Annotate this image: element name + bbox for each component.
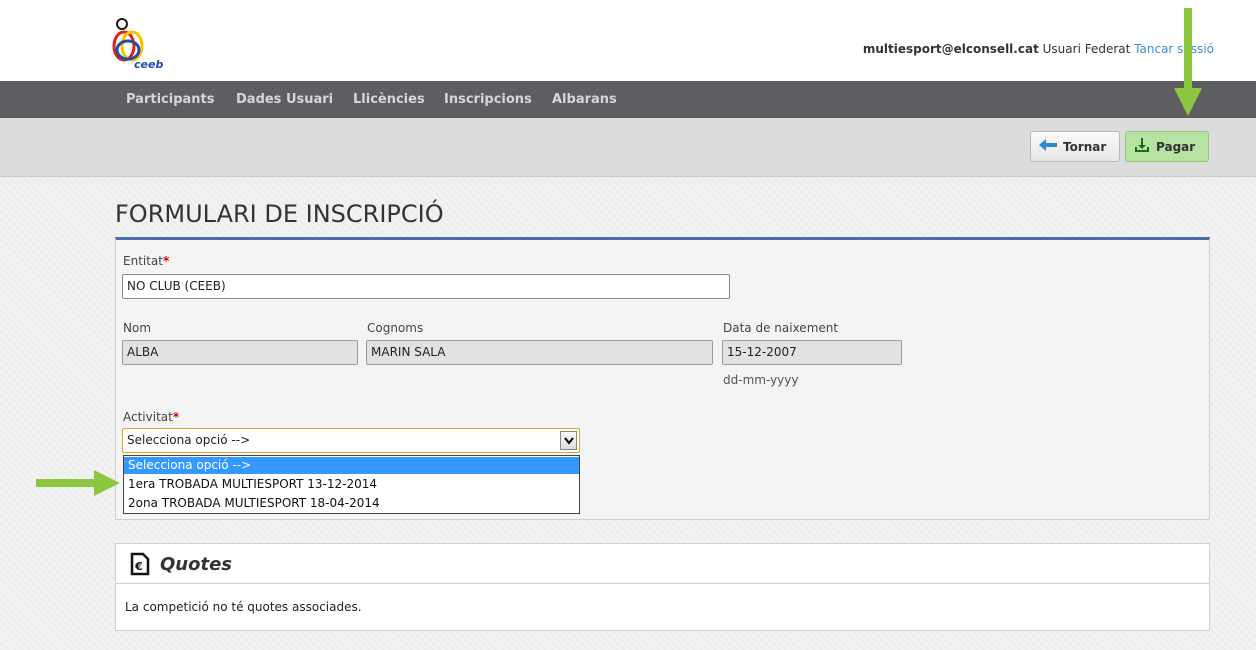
user-info: multiesport@elconsell.cat Usuari Federat… — [863, 42, 1214, 56]
activitat-dropdown-list: Selecciona opció --> 1era TROBADA MULTIE… — [123, 455, 580, 514]
pay-button[interactable]: Pagar — [1125, 131, 1209, 162]
page-title: FORMULARI DE INSCRIPCIÓ — [115, 200, 444, 228]
required-mark: * — [163, 254, 170, 268]
nav-item-albarans[interactable]: Albarans — [552, 92, 617, 107]
entitat-label-text: Entitat — [123, 254, 163, 268]
dropdown-option[interactable]: 2ona TROBADA MULTIESPORT 18-04-2014 — [124, 495, 579, 512]
birthdate-field: 15-12-2007 — [722, 340, 902, 365]
required-mark: * — [172, 410, 180, 424]
pay-button-label: Pagar — [1156, 139, 1196, 154]
user-role: Usuari Federat — [1042, 42, 1131, 56]
action-toolbar: Tornar Pagar — [0, 118, 1256, 177]
svg-text:ceeb: ceeb — [134, 58, 163, 71]
entitat-label: Entitat* — [123, 254, 169, 268]
chevron-down-icon[interactable] — [560, 431, 577, 450]
quotes-title: Quotes — [160, 554, 233, 575]
dropdown-option[interactable]: 1era TROBADA MULTIESPORT 13-12-2014 — [124, 476, 579, 493]
download-icon — [1134, 137, 1150, 156]
back-button[interactable]: Tornar — [1030, 131, 1120, 162]
activitat-label: Activitat* — [123, 410, 179, 424]
quotes-message: La competició no té quotes associades. — [125, 600, 362, 614]
activitat-select[interactable]: Selecciona opció --> — [122, 428, 580, 453]
nom-label: Nom — [123, 321, 152, 335]
annotation-arrow-down-icon — [1174, 8, 1202, 116]
main-nav: Participants Dades Usuari Llicències Ins… — [0, 81, 1256, 118]
annotation-arrow-right-icon — [36, 470, 120, 496]
nav-item-inscripcions[interactable]: Inscripcions — [444, 92, 532, 107]
cognoms-label: Cognoms — [367, 321, 424, 335]
nom-field: ALBA — [122, 340, 358, 365]
quotes-panel: € Quotes La competició no té quotes asso… — [115, 543, 1210, 631]
entitat-field[interactable]: NO CLUB (CEEB) — [122, 274, 730, 299]
user-email: multiesport@elconsell.cat — [862, 42, 1039, 56]
svg-text:€: € — [134, 560, 143, 573]
nav-item-dades-usuari[interactable]: Dades Usuari — [236, 92, 333, 107]
birthdate-label: Data de naixement — [723, 321, 839, 335]
birthdate-format-hint: dd-mm-yyyy — [723, 373, 799, 387]
nav-item-participants[interactable]: Participants — [126, 92, 214, 107]
quotes-header: € Quotes — [116, 544, 1209, 584]
ceeb-logo[interactable]: ceeb — [110, 16, 170, 74]
arrow-left-icon — [1039, 139, 1057, 154]
activitat-selected-value: Selecciona opció --> — [127, 433, 251, 447]
activitat-label-text: Activitat — [123, 410, 173, 424]
back-button-label: Tornar — [1063, 139, 1107, 154]
cognoms-field: MARIN SALA — [366, 340, 713, 365]
nav-item-llicencies[interactable]: Llicències — [353, 92, 425, 107]
euro-document-icon: € — [130, 552, 150, 576]
top-header: ceeb multiesport@elconsell.cat Usuari Fe… — [0, 0, 1256, 81]
dropdown-option[interactable]: Selecciona opció --> — [124, 457, 579, 474]
